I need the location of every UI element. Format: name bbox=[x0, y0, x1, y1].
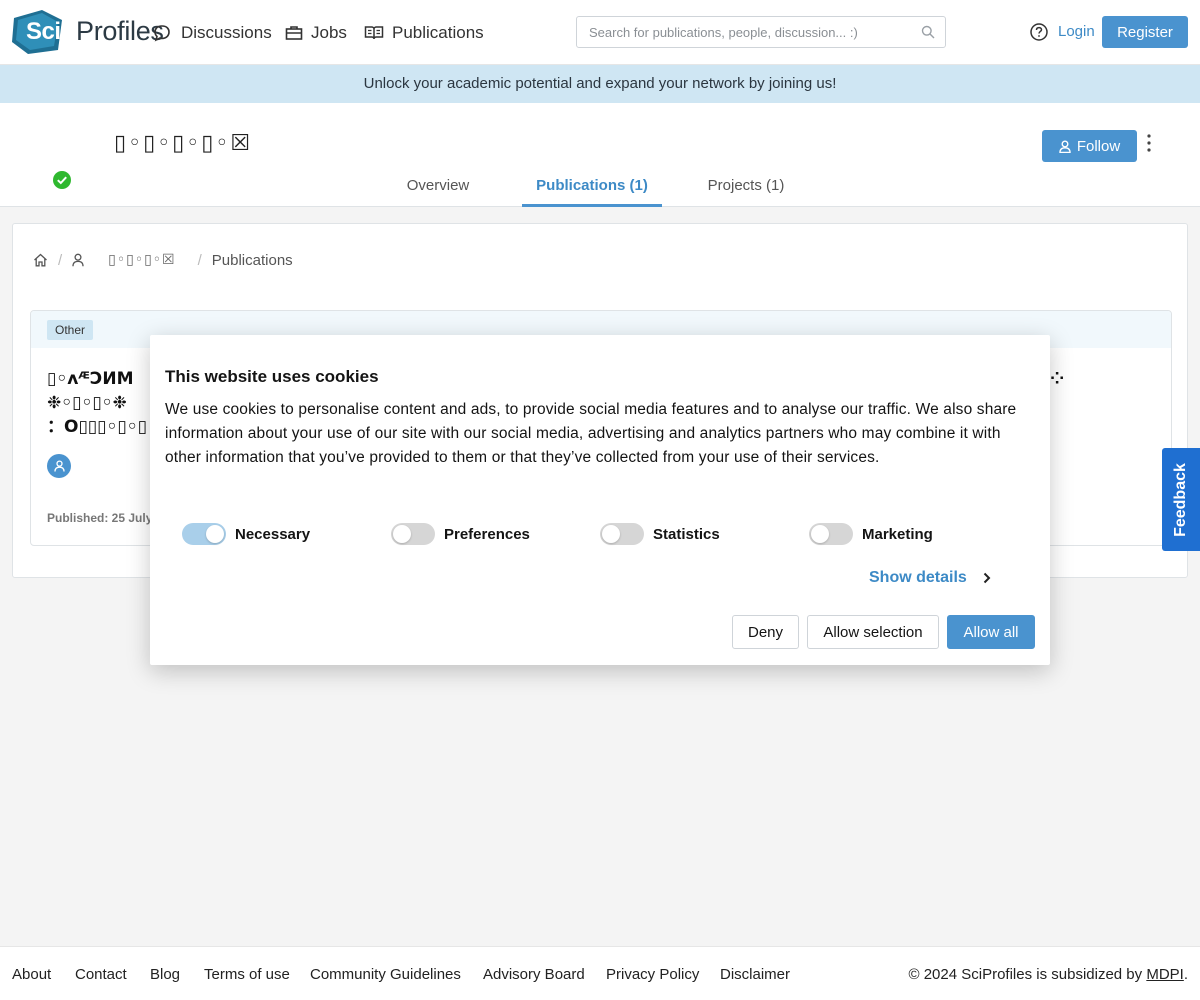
home-icon[interactable] bbox=[33, 253, 48, 267]
footer-link-blog[interactable]: Blog bbox=[150, 966, 180, 983]
statistics-switch[interactable] bbox=[600, 523, 644, 545]
toggle-preferences[interactable]: Preferences bbox=[391, 522, 530, 546]
author-avatar[interactable] bbox=[47, 454, 71, 478]
logo-sci-text: Sci bbox=[26, 18, 61, 45]
breadcrumb-separator: / bbox=[58, 251, 63, 269]
footer-link-contact[interactable]: Contact bbox=[75, 966, 127, 983]
follow-button-label: Follow bbox=[1076, 137, 1121, 155]
publication-title-line1-end: ⁘ bbox=[1050, 369, 1065, 389]
top-navigation-bar: Sci Profiles Discussions Jobs Publicatio… bbox=[0, 0, 1200, 65]
user-icon bbox=[72, 253, 84, 267]
user-icon bbox=[53, 460, 65, 472]
footer: About Contact Blog Terms of use Communit… bbox=[0, 946, 1200, 1000]
feedback-label: Feedback bbox=[1172, 462, 1189, 537]
follow-button[interactable]: Follow bbox=[1042, 130, 1137, 162]
breadcrumb-current: Publications bbox=[211, 251, 293, 269]
nav-discussions-label: Discussions bbox=[181, 23, 272, 42]
help-question-icon[interactable] bbox=[1030, 23, 1048, 41]
chevron-right-icon bbox=[983, 572, 991, 584]
marketing-switch[interactable] bbox=[809, 523, 853, 545]
user-icon bbox=[1059, 140, 1071, 153]
toggle-marketing-label: Marketing bbox=[862, 525, 933, 543]
nav-jobs[interactable]: Jobs bbox=[285, 20, 347, 46]
copyright-suffix: . bbox=[1183, 966, 1188, 983]
briefcase-icon bbox=[285, 26, 303, 40]
toggle-preferences-label: Preferences bbox=[444, 525, 530, 543]
nav-jobs-label: Jobs bbox=[311, 23, 347, 42]
nav-discussions[interactable]: Discussions bbox=[153, 20, 272, 46]
publication-title-line1: ▯◦ᴧᴭƆИΜ bbox=[47, 369, 134, 389]
copyright-prefix: © 2024 SciProfiles is subsidized by bbox=[908, 966, 1147, 983]
logo-profiles-text: Profiles bbox=[76, 16, 164, 46]
toggle-statistics[interactable]: Statistics bbox=[600, 522, 720, 546]
cookie-dialog-title: This website uses cookies bbox=[165, 367, 379, 386]
allow-all-button[interactable]: Allow all bbox=[947, 615, 1035, 649]
publication-type-badge: Other bbox=[47, 320, 94, 340]
copyright-notice: © 2024 SciProfiles is subsidized by MDPI… bbox=[908, 966, 1188, 983]
toggle-marketing[interactable]: Marketing bbox=[809, 522, 933, 546]
tab-projects[interactable]: Projects (1) bbox=[696, 173, 796, 207]
tab-overview[interactable]: Overview bbox=[388, 173, 488, 207]
sciprofiles-logo[interactable]: Sci Profiles bbox=[12, 8, 164, 56]
preferences-switch[interactable] bbox=[391, 523, 435, 545]
breadcrumb-profile-name[interactable]: ▯◦▯◦▯◦☒ bbox=[108, 252, 175, 268]
footer-link-disclaimer[interactable]: Disclaimer bbox=[720, 966, 790, 983]
open-book-icon bbox=[364, 26, 384, 40]
allow-selection-button[interactable]: Allow selection bbox=[807, 615, 939, 649]
login-link[interactable]: Login bbox=[1058, 23, 1095, 40]
join-banner: Unlock your academic potential and expan… bbox=[0, 65, 1200, 103]
mdpi-link[interactable]: MDPI bbox=[1146, 966, 1184, 983]
footer-link-privacy-policy[interactable]: Privacy Policy bbox=[606, 966, 699, 983]
nav-publications[interactable]: Publications bbox=[364, 20, 484, 46]
search-box bbox=[576, 16, 946, 48]
deny-button[interactable]: Deny bbox=[732, 615, 799, 649]
search-input[interactable] bbox=[577, 17, 897, 47]
footer-link-terms[interactable]: Terms of use bbox=[204, 966, 290, 983]
footer-link-about[interactable]: About bbox=[12, 966, 51, 983]
cookie-dialog-text: We use cookies to personalise content an… bbox=[165, 401, 1017, 466]
nav-publications-label: Publications bbox=[392, 23, 484, 42]
more-options-icon[interactable] bbox=[1143, 133, 1155, 153]
profile-name: ▯◦▯◦▯◦▯◦☒ bbox=[114, 131, 253, 156]
chat-bubble-icon bbox=[154, 25, 170, 42]
breadcrumb-separator: / bbox=[197, 251, 202, 269]
search-icon[interactable] bbox=[921, 25, 935, 39]
show-details-link[interactable]: Show details bbox=[869, 569, 991, 587]
publication-date: Published: 25 July bbox=[47, 511, 153, 525]
tab-publications[interactable]: Publications (1) bbox=[522, 173, 662, 207]
verified-check-icon bbox=[53, 171, 71, 189]
necessary-switch[interactable] bbox=[182, 523, 226, 545]
show-details-label: Show details bbox=[869, 569, 967, 586]
toggle-necessary[interactable]: Necessary bbox=[182, 522, 310, 546]
feedback-tab[interactable]: Feedback bbox=[1162, 448, 1200, 551]
footer-link-community-guidelines[interactable]: Community Guidelines bbox=[310, 966, 461, 983]
toggle-necessary-label: Necessary bbox=[235, 525, 311, 543]
breadcrumb: / ▯◦▯◦▯◦☒ / Publications bbox=[33, 250, 293, 270]
footer-link-advisory-board[interactable]: Advisory Board bbox=[483, 966, 585, 983]
register-button[interactable]: Register bbox=[1102, 16, 1188, 48]
toggle-statistics-label: Statistics bbox=[653, 525, 720, 543]
cookie-consent-dialog: This website uses cookies We use cookies… bbox=[150, 335, 1050, 665]
profile-header: ▯◦▯◦▯◦▯◦☒ Follow Overview Publications (… bbox=[0, 103, 1200, 207]
